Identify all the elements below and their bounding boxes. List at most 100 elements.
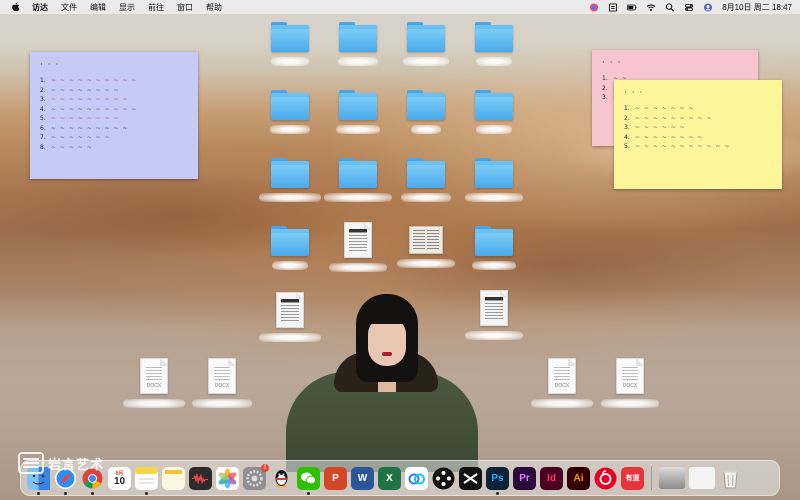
menu-edit[interactable]: 编辑 bbox=[90, 2, 106, 13]
dock-app-photoshop[interactable]: Ps bbox=[486, 466, 509, 495]
folder-icon bbox=[271, 22, 309, 52]
dock-minimized-window[interactable] bbox=[689, 467, 715, 489]
desktop-folder[interactable] bbox=[328, 90, 388, 134]
obscured-file-label bbox=[472, 261, 516, 270]
desktop-file[interactable]: DOCX bbox=[123, 358, 185, 408]
powerpoint-icon: P bbox=[332, 472, 339, 484]
desktop-folder[interactable] bbox=[396, 90, 456, 134]
input-method-icon[interactable] bbox=[608, 2, 618, 12]
apple-menu-icon[interactable] bbox=[10, 2, 20, 12]
dock-app-photos[interactable] bbox=[216, 466, 239, 490]
obscured-file-label bbox=[397, 259, 455, 268]
desktop-folder[interactable] bbox=[464, 226, 524, 270]
dock-app-netease-music[interactable] bbox=[594, 467, 617, 490]
folder-icon bbox=[407, 22, 445, 52]
folder-icon bbox=[475, 158, 513, 188]
desktop-folder[interactable] bbox=[260, 22, 320, 66]
sticky-note-item: 2. ~ ~ ~ ~ ~ ~ ~ ~ ~ bbox=[624, 114, 713, 122]
dock-app-premiere[interactable]: Pr bbox=[513, 466, 536, 490]
dock-minimized-window[interactable] bbox=[659, 467, 685, 489]
dock-app-baidu-netdisk[interactable] bbox=[405, 466, 428, 490]
dock-trash[interactable] bbox=[719, 467, 742, 490]
dock-app-dots-app[interactable] bbox=[432, 467, 455, 490]
person-face bbox=[368, 318, 406, 366]
sticky-note-item: 1. ~ ~ ~ ~ ~ ~ ~ ~ ~ ~ bbox=[40, 77, 138, 84]
dock-app-system-preferences[interactable]: 1 bbox=[243, 463, 269, 490]
battery-icon[interactable] bbox=[627, 3, 637, 12]
running-indicator bbox=[37, 491, 40, 495]
dock-app-powerpoint[interactable]: P bbox=[324, 466, 347, 490]
sticky-note-item: 4. ~ ~ ~ ~ ~ ~ ~ ~ ~ ~ bbox=[40, 105, 138, 113]
dock-app-indesign[interactable]: Id bbox=[540, 466, 563, 490]
desktop-folder[interactable] bbox=[396, 22, 456, 66]
dock-app-excel[interactable]: X bbox=[378, 466, 401, 490]
obscured-file-label bbox=[271, 57, 309, 66]
desktop-folder[interactable] bbox=[260, 90, 320, 134]
control-center-icon[interactable] bbox=[684, 3, 694, 12]
dock-app-wechat[interactable] bbox=[297, 466, 320, 495]
menu-window[interactable]: 窗口 bbox=[177, 2, 193, 13]
menu-help[interactable]: 帮助 bbox=[206, 2, 222, 13]
dock-app-voice-memos[interactable] bbox=[189, 466, 212, 490]
excel-icon: X bbox=[386, 472, 393, 484]
dock-app-calendar[interactable]: 8月 10 bbox=[108, 466, 131, 490]
dock-app-word[interactable]: W bbox=[351, 466, 374, 490]
obscured-file-label bbox=[338, 57, 378, 66]
desktop-file[interactable]: DOCX bbox=[600, 358, 660, 408]
wifi-icon[interactable] bbox=[646, 3, 656, 12]
running-indicator bbox=[145, 491, 148, 495]
folder-icon bbox=[407, 90, 445, 120]
desktop-folder[interactable] bbox=[464, 158, 524, 202]
sticky-note-item: 3. ~ ~ ~ ~ ~ ~ ~ ~ ~ bbox=[40, 96, 129, 103]
dock-app-illustrator[interactable]: Ai bbox=[567, 466, 590, 490]
photoshop-icon: Ps bbox=[491, 472, 504, 484]
desktop-file[interactable] bbox=[328, 222, 388, 272]
dock-app-notes[interactable] bbox=[135, 466, 158, 495]
watermark-icon bbox=[18, 452, 44, 474]
sticky-note-item: 8. ~ ~ ~ ~ ~ bbox=[40, 143, 93, 151]
desktop-folder[interactable] bbox=[328, 22, 388, 66]
obscured-file-label bbox=[531, 399, 593, 408]
desktop-folder[interactable] bbox=[464, 90, 524, 134]
desktop-folder[interactable] bbox=[396, 158, 456, 202]
desktop-folder[interactable] bbox=[324, 158, 392, 202]
dock-app-youdao[interactable]: 有道 bbox=[621, 466, 644, 490]
sticky-note-blue[interactable]: · · · 1. ~ ~ ~ ~ ~ ~ ~ ~ ~ ~ 2. ~ ~ ~ ~ ~ … bbox=[30, 52, 198, 179]
desktop-file[interactable]: DOCX bbox=[192, 358, 252, 408]
file-extension-label: DOCX bbox=[554, 383, 570, 389]
youdao-icon: 有道 bbox=[625, 475, 640, 482]
obscured-file-label bbox=[259, 193, 321, 202]
menu-view[interactable]: 显示 bbox=[119, 2, 135, 13]
sticky-note-title: · · · bbox=[602, 58, 622, 68]
siri-icon[interactable] bbox=[589, 2, 599, 12]
obscured-file-label bbox=[476, 57, 512, 66]
trash-icon bbox=[723, 470, 738, 488]
premiere-icon: Pr bbox=[519, 472, 530, 484]
desktop-file[interactable] bbox=[396, 226, 456, 268]
desktop-file[interactable]: DOCX bbox=[531, 358, 593, 408]
sticky-note-title: · · · bbox=[40, 60, 60, 70]
desktop-folder[interactable] bbox=[259, 158, 321, 202]
menu-app-finder[interactable]: 访达 bbox=[32, 2, 48, 13]
search-icon[interactable] bbox=[665, 2, 675, 12]
user-icon[interactable] bbox=[703, 2, 713, 12]
file-extension-label: DOCX bbox=[146, 383, 162, 389]
menu-bar: 访达 文件 编辑 显示 前往 窗口 帮助 8月10日 周二 18:47 bbox=[0, 0, 800, 14]
menubar-clock[interactable]: 8月10日 周二 18:47 bbox=[722, 2, 792, 13]
dock-app-memo[interactable] bbox=[162, 466, 185, 490]
dock-app-capcut[interactable] bbox=[459, 466, 482, 490]
menu-file[interactable]: 文件 bbox=[61, 2, 77, 13]
folder-icon bbox=[339, 22, 377, 52]
sticky-note-item: 7. ~ ~ ~ ~ ~ ~ ~ bbox=[40, 134, 111, 141]
docx-file-icon: DOCX bbox=[208, 358, 236, 394]
watermark: 岩言艺术 bbox=[18, 452, 104, 474]
notification-badge: 1 bbox=[261, 463, 269, 472]
obscured-file-label bbox=[403, 57, 449, 66]
folder-icon bbox=[339, 158, 377, 188]
sticky-note-yellow[interactable]: · · · 1. ~ ~ ~ ~ ~ ~ ~ 2. ~ ~ ~ ~ ~ ~ ~ ~ … bbox=[614, 80, 782, 189]
menu-go[interactable]: 前往 bbox=[148, 2, 164, 13]
obscured-file-label bbox=[123, 399, 185, 408]
desktop-folder[interactable] bbox=[260, 226, 320, 270]
dock-app-qq[interactable] bbox=[270, 467, 293, 490]
desktop-folder[interactable] bbox=[464, 22, 524, 66]
